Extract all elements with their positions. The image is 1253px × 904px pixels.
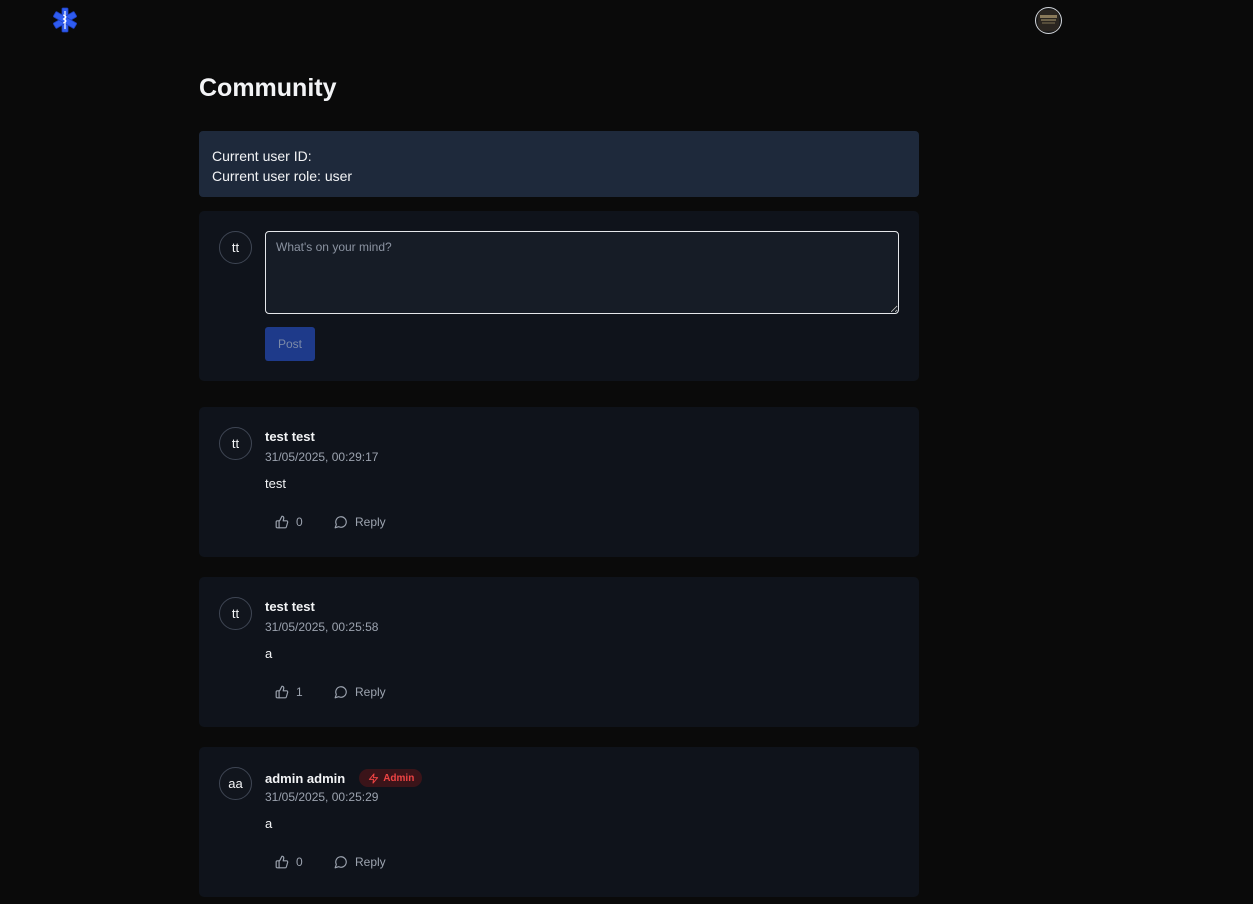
message-circle-icon — [334, 516, 347, 529]
like-button[interactable]: 0 — [275, 855, 334, 869]
post-actions: 1 Reply — [275, 685, 386, 699]
reply-button[interactable]: Reply — [334, 685, 386, 699]
like-count: 1 — [296, 685, 303, 699]
post-actions: 0 Reply — [275, 515, 386, 529]
author-name: test test — [265, 429, 315, 444]
post-actions: 0 Reply — [275, 855, 386, 869]
post-card: tt test test 31/05/2025, 00:25:58 a 1 Re… — [199, 577, 919, 727]
post-composer: tt Post — [199, 211, 919, 381]
post-body: a — [265, 816, 273, 831]
current-user-info: Current user ID: Current user role: user — [199, 131, 919, 197]
user-avatar-image — [1038, 10, 1059, 31]
message-circle-icon — [334, 856, 347, 869]
author-row: admin admin Admin — [265, 769, 423, 787]
author-row: test test — [265, 599, 315, 614]
avatar: aa — [219, 767, 252, 800]
like-button[interactable]: 1 — [275, 685, 334, 699]
page-title: Community — [199, 74, 337, 102]
reply-label: Reply — [355, 515, 386, 529]
thumbs-up-icon — [275, 685, 289, 699]
post-button[interactable]: Post — [265, 327, 315, 361]
lightning-icon — [369, 772, 379, 784]
reply-label: Reply — [355, 855, 386, 869]
reply-button[interactable]: Reply — [334, 855, 386, 869]
author-name: admin admin — [265, 770, 346, 786]
author-row: test test — [265, 429, 315, 444]
post-card: aa admin admin Admin 31/05/2025, 00:25:2… — [199, 747, 919, 897]
user-role-label: Current user role: user — [212, 168, 353, 184]
top-bar — [0, 0, 1253, 44]
message-circle-icon — [334, 686, 347, 699]
post-input[interactable] — [265, 231, 899, 314]
post-timestamp: 31/05/2025, 00:25:58 — [265, 620, 379, 634]
admin-badge: Admin — [359, 769, 423, 787]
star-of-life-icon[interactable] — [52, 7, 78, 33]
thumbs-up-icon — [275, 515, 289, 529]
post-body: test — [265, 476, 286, 491]
avatar: tt — [219, 597, 252, 630]
avatar: tt — [219, 231, 252, 264]
post-body: a — [265, 646, 273, 661]
post-card: tt test test 31/05/2025, 00:29:17 test 0… — [199, 407, 919, 557]
admin-badge-label: Admin — [383, 772, 415, 784]
user-avatar-button[interactable] — [1035, 7, 1062, 34]
thumbs-up-icon — [275, 855, 289, 869]
reply-label: Reply — [355, 685, 386, 699]
post-timestamp: 31/05/2025, 00:29:17 — [265, 450, 379, 464]
like-count: 0 — [296, 855, 303, 869]
like-count: 0 — [296, 515, 303, 529]
user-id-label: Current user ID: — [212, 148, 312, 164]
reply-button[interactable]: Reply — [334, 515, 386, 529]
post-timestamp: 31/05/2025, 00:25:29 — [265, 790, 379, 804]
like-button[interactable]: 0 — [275, 515, 334, 529]
avatar: tt — [219, 427, 252, 460]
author-name: test test — [265, 599, 315, 614]
